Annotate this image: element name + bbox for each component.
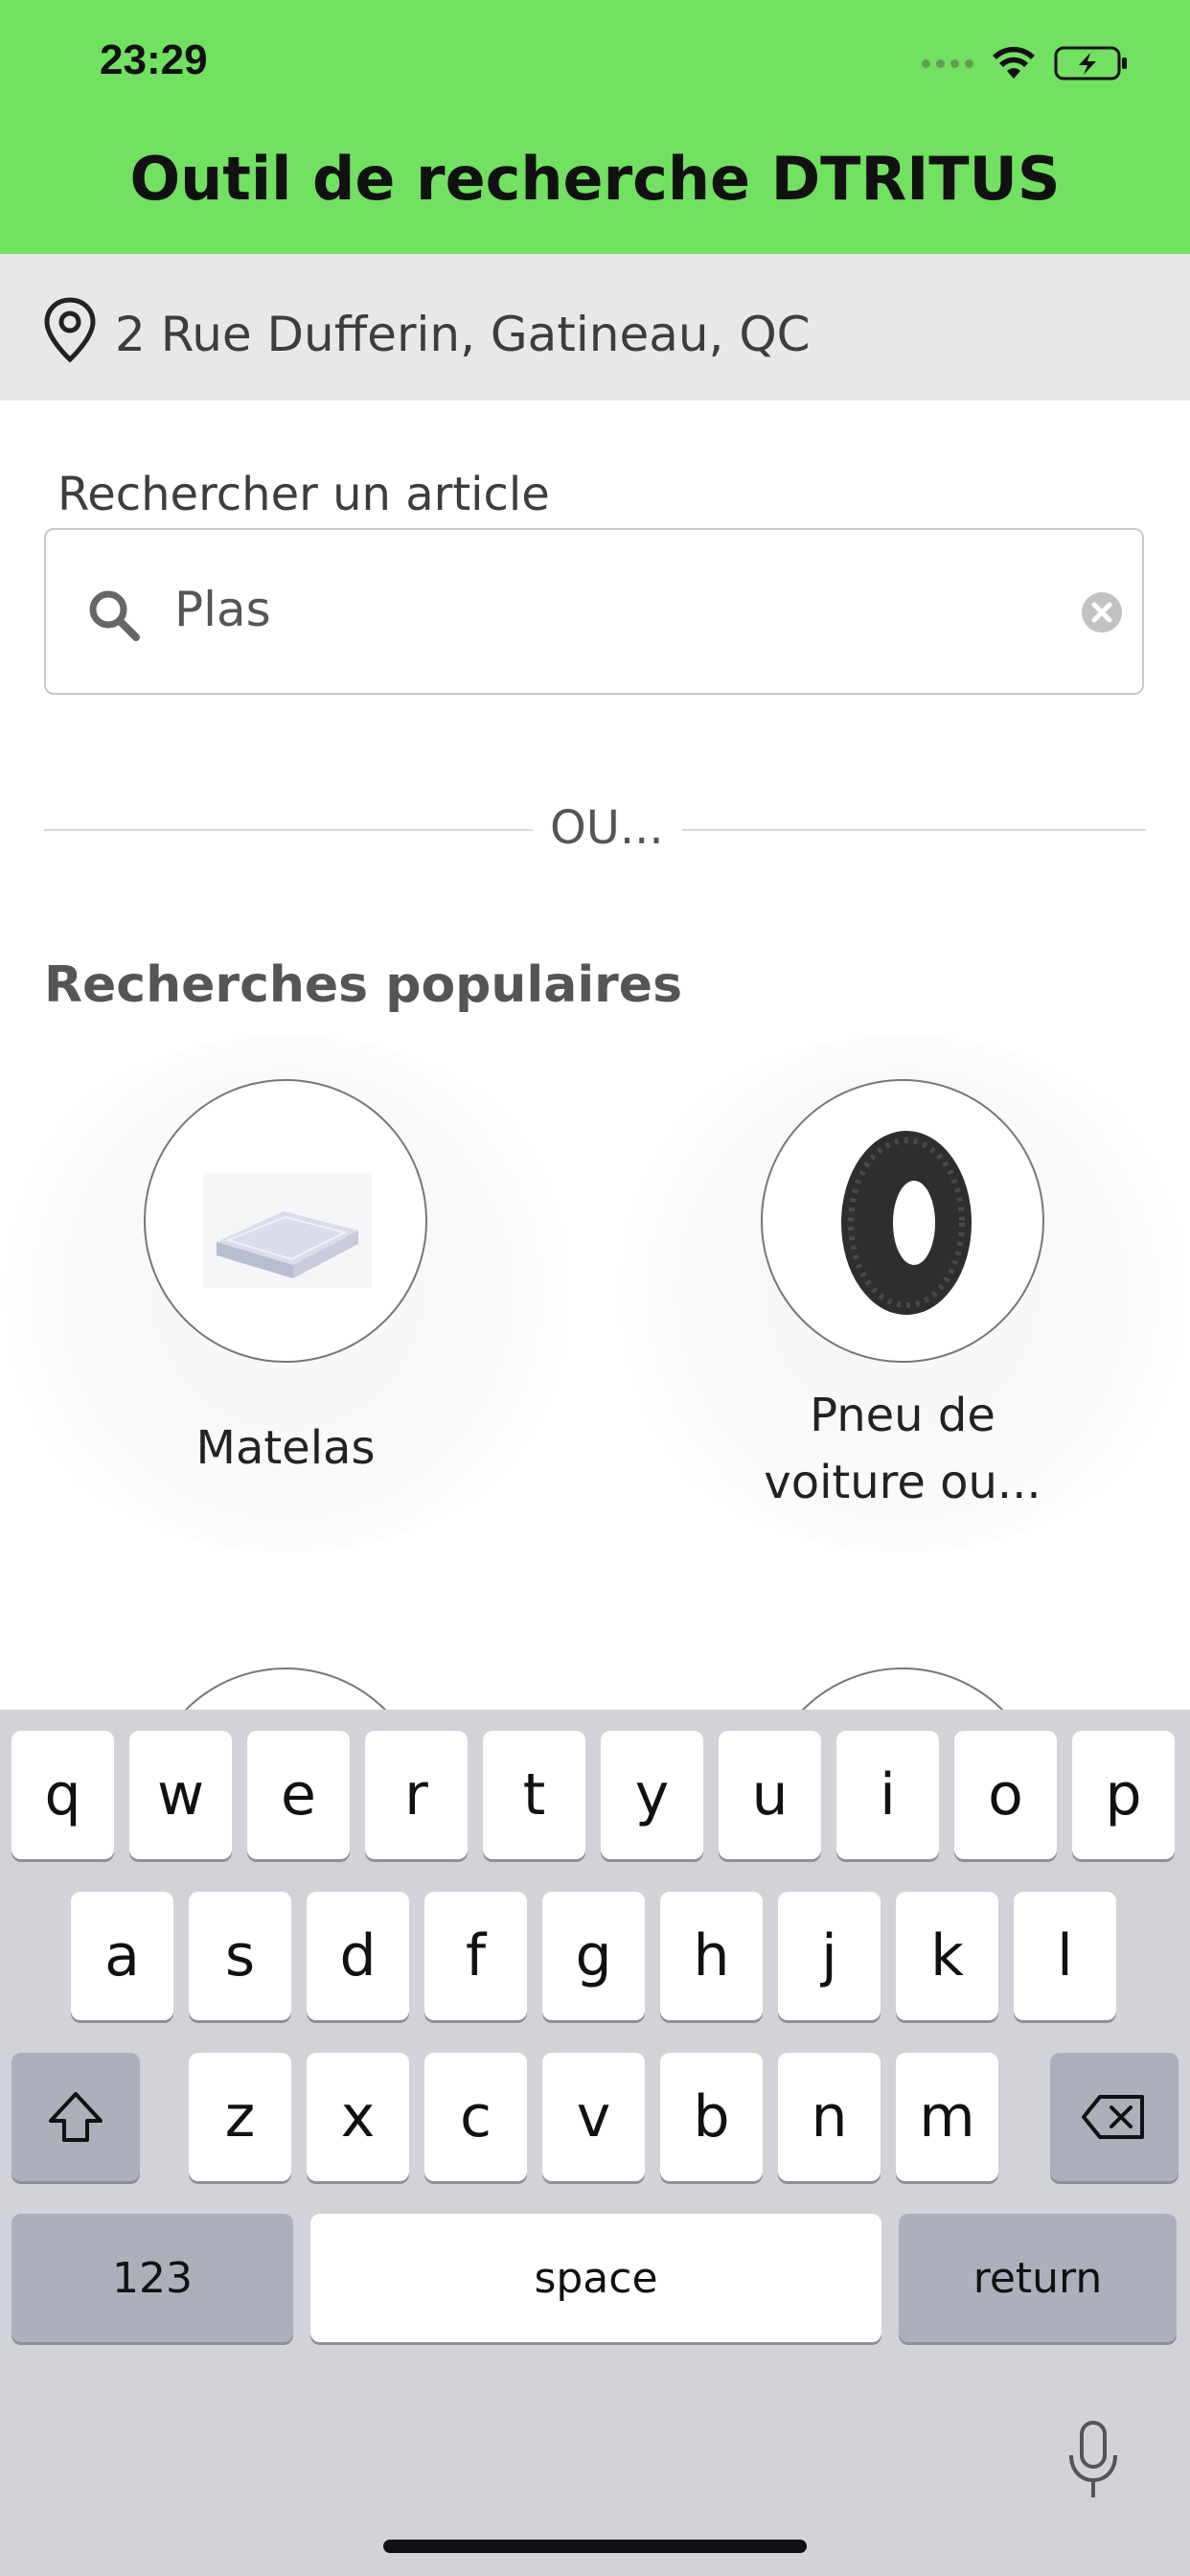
mattress-icon (203, 1173, 372, 1288)
key-a[interactable]: a (71, 1892, 173, 2020)
key-w[interactable]: w (129, 1731, 232, 1859)
mattress-image (144, 1079, 427, 1363)
app-header: 23:29 Outil de recherche DTRITUS (0, 0, 1190, 254)
divider-line-right (682, 829, 1146, 831)
key-z[interactable]: z (189, 2053, 291, 2181)
key-q[interactable]: q (11, 1731, 114, 1859)
search-input[interactable]: Plas (44, 528, 1144, 695)
search-label: Rechercher un article (57, 468, 550, 521)
key-f[interactable]: f (424, 1892, 527, 2020)
location-bar[interactable]: 2 Rue Dufferin, Gatineau, QC (0, 254, 1190, 401)
clear-icon[interactable] (1081, 591, 1123, 633)
key-t[interactable]: t (483, 1731, 585, 1859)
key-v[interactable]: v (542, 2053, 645, 2181)
signal-icon (922, 58, 973, 68)
key-s[interactable]: s (189, 1892, 291, 2020)
key-p[interactable]: p (1072, 1731, 1175, 1859)
key-i[interactable]: i (836, 1731, 939, 1859)
key-x[interactable]: x (307, 2053, 409, 2181)
key-e[interactable]: e (247, 1731, 350, 1859)
key-o[interactable]: o (954, 1731, 1057, 1859)
popular-item-label: Pneu de (810, 1389, 995, 1442)
search-value[interactable]: Plas (174, 582, 271, 637)
popular-item-label: Matelas (195, 1421, 376, 1475)
location-address: 2 Rue Dufferin, Gatineau, QC (115, 307, 811, 362)
key-c[interactable]: c (424, 2053, 527, 2181)
microphone-icon[interactable] (1064, 2419, 1123, 2501)
key-n[interactable]: n (778, 2053, 881, 2181)
key-d[interactable]: d (307, 1892, 409, 2020)
key-m[interactable]: m (896, 2053, 998, 2181)
numbers-key[interactable]: 123 (11, 2214, 293, 2342)
battery-icon (1054, 46, 1127, 80)
key-y[interactable]: y (601, 1731, 703, 1859)
status-indicators (922, 42, 1129, 84)
key-h[interactable]: h (660, 1892, 763, 2020)
key-b[interactable]: b (660, 2053, 763, 2181)
wifi-icon (993, 46, 1035, 79)
divider-text: OU... (550, 801, 664, 855)
return-key[interactable]: return (899, 2214, 1177, 2342)
home-indicator (383, 2540, 807, 2553)
key-u[interactable]: u (719, 1731, 821, 1859)
keyboard: q w e r t y u i o p a s d f g h j k l z … (0, 1710, 1190, 2576)
shift-key[interactable] (11, 2053, 140, 2181)
key-l[interactable]: l (1014, 1892, 1116, 2020)
space-key[interactable]: space (310, 2214, 881, 2342)
search-icon (89, 590, 140, 641)
tire-icon (841, 1131, 972, 1315)
status-time: 23:29 (100, 36, 208, 83)
location-pin-icon (44, 297, 96, 363)
key-g[interactable]: g (542, 1892, 645, 2020)
key-j[interactable]: j (778, 1892, 881, 2020)
shift-icon (49, 2092, 103, 2142)
popular-searches-title: Recherches populaires (44, 956, 683, 1014)
delete-key[interactable] (1050, 2053, 1179, 2181)
key-r[interactable]: r (365, 1731, 468, 1859)
tire-image (761, 1079, 1044, 1363)
popular-item-label: voiture ou... (764, 1456, 1041, 1509)
key-k[interactable]: k (896, 1892, 998, 2020)
divider-line-left (44, 829, 533, 831)
backspace-icon (1082, 2095, 1144, 2139)
app-title: Outil de recherche DTRITUS (129, 144, 1061, 214)
